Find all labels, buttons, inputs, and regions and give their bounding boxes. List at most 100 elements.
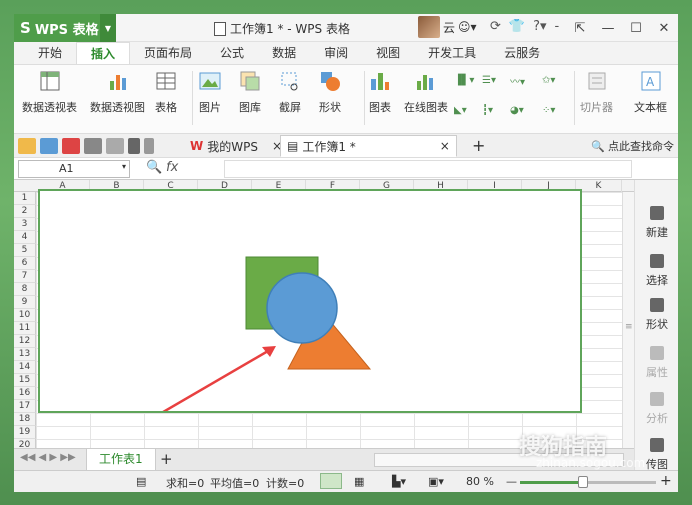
page-break-view-icon[interactable]: ▙▾	[392, 475, 406, 488]
command-search[interactable]: 🔍 点此查找命令	[591, 138, 674, 154]
name-box[interactable]: A1	[18, 160, 130, 178]
chevron-down-icon[interactable]: ▼	[100, 14, 116, 42]
picture-button[interactable]: 图片	[198, 69, 222, 115]
online-chart-button[interactable]: 在线图表	[404, 69, 448, 115]
zoom-out-icon[interactable]: —	[506, 475, 517, 488]
chart-button[interactable]: 图表	[368, 69, 392, 115]
avatar[interactable]	[418, 16, 440, 38]
row-header[interactable]: 8	[14, 283, 36, 296]
sync-icon[interactable]: ⟳	[490, 19, 501, 34]
zoom-in-icon[interactable]: +	[660, 473, 672, 489]
fx-icon[interactable]: fx	[166, 160, 178, 175]
print-icon[interactable]	[84, 137, 102, 154]
row-header[interactable]: 14	[14, 361, 36, 374]
row-header[interactable]: 11	[14, 322, 36, 335]
pane-new-button[interactable]: 新建	[635, 206, 678, 240]
help-icon[interactable]: ?▾	[533, 19, 546, 34]
row-header[interactable]: 17	[14, 400, 36, 413]
column-chart-icon[interactable]: ▐▌▾	[454, 71, 480, 89]
row-header[interactable]: 10	[14, 309, 36, 322]
status-doc-icon[interactable]: ▤	[136, 475, 146, 488]
sheet-nav-icon[interactable]: ◀◀ ◀ ▶ ▶▶	[20, 452, 76, 463]
line-chart-icon[interactable]: 〰▾	[510, 71, 540, 89]
tab-data[interactable]: 数据	[258, 42, 310, 64]
tab-developer[interactable]: 开发工具	[414, 42, 490, 64]
scroll-grip-icon[interactable]: ≡	[625, 322, 633, 332]
row-header[interactable]: 18	[14, 413, 36, 426]
scatter-chart-icon[interactable]: ⁘▾	[542, 101, 570, 119]
more-icon[interactable]	[144, 137, 154, 154]
open-folder-icon[interactable]	[18, 137, 36, 154]
tab-formula[interactable]: 公式	[206, 42, 258, 64]
pivot-chart-button[interactable]: 数据透视图	[90, 69, 145, 115]
row-header[interactable]: 2	[14, 205, 36, 218]
normal-view-icon[interactable]	[320, 473, 342, 489]
export-pdf-icon[interactable]	[62, 137, 80, 154]
pie-chart-icon[interactable]: ◕▾	[510, 101, 540, 119]
sheet-tab-1[interactable]: 工作表1	[86, 449, 156, 470]
print-preview-icon[interactable]	[106, 137, 124, 154]
bar-chart-small-icon[interactable]: ☰▾	[482, 71, 508, 89]
drawing-canvas[interactable]	[38, 189, 582, 417]
smile-icon[interactable]: ☺▾	[458, 20, 477, 34]
area-chart-icon[interactable]: ◣▾	[454, 101, 480, 119]
row-header[interactable]: 6	[14, 257, 36, 270]
doc-tab-wps[interactable]: W 我的WPS ×	[184, 135, 288, 157]
tab-view[interactable]: 视图	[362, 42, 414, 64]
row-header[interactable]: 3	[14, 218, 36, 231]
row-header[interactable]: 20	[14, 439, 36, 448]
blue-circle-shape[interactable]	[266, 272, 338, 344]
row-header[interactable]: 16	[14, 387, 36, 400]
slicer-button[interactable]: 切片器	[580, 69, 613, 115]
chevron-down-icon[interactable]: ▾	[122, 162, 126, 171]
tab-review[interactable]: 审阅	[310, 42, 362, 64]
formula-input[interactable]	[224, 160, 632, 178]
screenshot-button[interactable]: 截屏	[278, 69, 302, 115]
zoom-slider[interactable]	[520, 476, 656, 488]
row-header[interactable]: 12	[14, 335, 36, 348]
row-header[interactable]: 7	[14, 270, 36, 283]
tab-cloud[interactable]: 云服务	[490, 42, 554, 64]
add-tab-icon[interactable]: +	[472, 136, 485, 155]
user-area[interactable]: 云 ☺▾	[418, 16, 477, 38]
app-menu-button[interactable]: S WPS 表格 ▼	[14, 14, 116, 42]
maximize-icon[interactable]: ☐	[622, 14, 650, 42]
row-header[interactable]: 19	[14, 426, 36, 439]
tab-home[interactable]: 开始	[24, 42, 76, 64]
minimize-icon[interactable]: —	[594, 14, 622, 42]
zoom-search-icon[interactable]: 🔍	[146, 160, 162, 175]
pane-shape-button[interactable]: 形状	[635, 298, 678, 332]
shirt-icon[interactable]: 👕	[509, 19, 525, 34]
row-header[interactable]: 13	[14, 348, 36, 361]
close-icon[interactable]: ✕	[650, 14, 678, 42]
reading-mode-icon[interactable]: ▣▾	[428, 475, 444, 488]
textbox-button[interactable]: A 文本框	[634, 69, 667, 115]
vertical-scrollbar[interactable]: ≡	[622, 192, 634, 448]
add-sheet-button[interactable]: +	[160, 450, 173, 468]
pane-properties-button[interactable]: 属性	[635, 346, 678, 380]
row-header[interactable]: 4	[14, 231, 36, 244]
restore-up-icon[interactable]: ⇱	[566, 14, 594, 42]
row-header[interactable]: 15	[14, 374, 36, 387]
column-header[interactable]: K	[576, 180, 622, 192]
gallery-button[interactable]: 图库	[238, 69, 262, 115]
stock-chart-icon[interactable]: ┇▾	[482, 101, 508, 119]
page-layout-view-icon[interactable]: ▦	[354, 475, 364, 488]
shape-button[interactable]: 形状	[318, 69, 342, 115]
table-button[interactable]: 表格	[154, 69, 178, 115]
tab-page-layout[interactable]: 页面布局	[130, 42, 206, 64]
zoom-slider-handle[interactable]	[577, 476, 588, 488]
save-icon[interactable]	[40, 137, 58, 154]
tab-insert[interactable]: 插入	[76, 42, 131, 64]
doc-tab-workbook[interactable]: ▤ 工作簿1 * ×	[280, 135, 457, 157]
pane-analyze-button[interactable]: 分析	[635, 392, 678, 426]
radar-chart-icon[interactable]: ✩▾	[542, 71, 570, 89]
row-header[interactable]: 5	[14, 244, 36, 257]
undo-icon[interactable]	[128, 137, 140, 154]
row-header[interactable]: 1	[14, 192, 36, 205]
pane-select-button[interactable]: 选择	[635, 254, 678, 288]
zoom-value[interactable]: 80 %	[466, 475, 494, 488]
close-icon[interactable]: ×	[440, 139, 450, 153]
pivot-table-button[interactable]: 数据透视表	[22, 69, 77, 115]
row-header[interactable]: 9	[14, 296, 36, 309]
